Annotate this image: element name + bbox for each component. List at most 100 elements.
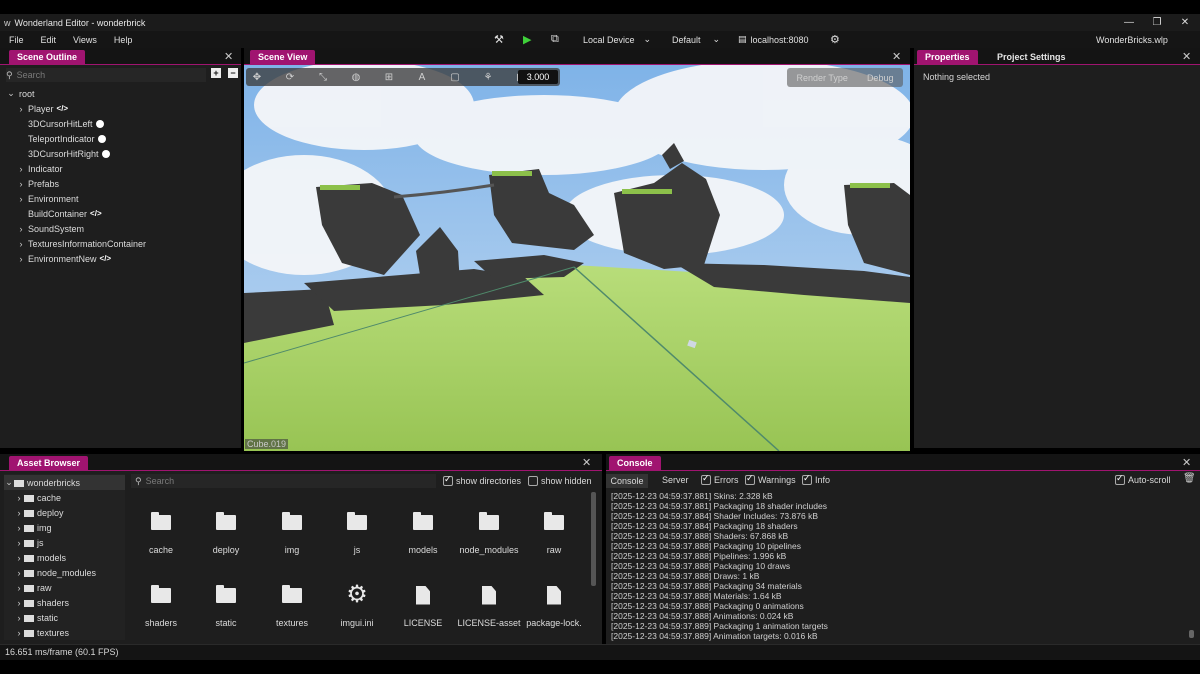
asset-item[interactable]: shaders — [128, 581, 194, 628]
device-select[interactable]: Local Device ⌄ — [583, 31, 651, 48]
add-object-icon[interactable]: + — [211, 68, 221, 78]
asset-item[interactable]: LICENSE — [390, 581, 456, 628]
tree-item-indicator[interactable]: › Indicator — [16, 161, 63, 176]
folder-icon — [216, 584, 236, 603]
profile-select[interactable]: Default ⌄ — [672, 31, 720, 48]
open-browser-icon[interactable]: ⧉ — [551, 31, 559, 48]
menu-views[interactable]: Views — [64, 35, 105, 45]
close-icon[interactable]: ✕ — [1182, 456, 1191, 469]
minimize-icon[interactable]: — — [1114, 14, 1144, 31]
tab-console[interactable]: Console — [609, 456, 661, 471]
chevron-down-icon: ⌄ — [712, 34, 721, 44]
scene-viewport[interactable]: Cube.019 — [244, 65, 910, 451]
tree-item-prefabs[interactable]: › Prefabs — [16, 176, 60, 191]
autoscroll-checkbox[interactable]: Auto-scroll — [1115, 473, 1171, 485]
text-tool-icon[interactable]: A — [411, 68, 433, 86]
warnings-filter-checkbox[interactable]: Warnings — [745, 473, 796, 485]
asset-item[interactable]: img — [259, 508, 325, 555]
asset-item[interactable]: ⚙ imgui.ini — [324, 581, 390, 629]
menu-edit[interactable]: Edit — [32, 35, 65, 45]
tree-item-teleportindicator[interactable]: TeleportIndicator — [28, 131, 106, 146]
server-address[interactable]: ▤ localhost:8080 — [738, 31, 809, 48]
grid-snap-icon[interactable]: ⊞ — [378, 68, 400, 86]
asset-item[interactable]: deploy — [193, 508, 259, 555]
asset-item[interactable]: package-lock. — [521, 581, 587, 628]
tree-item-player[interactable]: › Player </> — [16, 101, 69, 116]
close-window-icon[interactable]: ✕ — [1170, 14, 1200, 31]
tree-item-environment[interactable]: › Environment — [16, 191, 79, 206]
folder-icon — [282, 511, 302, 530]
tree-item-texturesinformationcontainer[interactable]: › TexturesInformationContainer — [16, 236, 147, 251]
asset-tree-item[interactable]: › node_modules — [14, 565, 97, 580]
asset-item[interactable]: models — [390, 508, 456, 555]
debug-button[interactable]: Debug — [867, 73, 894, 83]
errors-filter-checkbox[interactable]: Errors — [701, 473, 739, 485]
asset-item[interactable]: cache — [128, 508, 194, 555]
asset-tree-item[interactable]: › cache — [14, 490, 62, 505]
tree-label: 3DCursorHitRight — [28, 148, 99, 159]
asset-tree-item[interactable]: › js — [14, 535, 44, 550]
show-directories-checkbox[interactable]: show directories — [443, 474, 521, 486]
frame-tool-icon[interactable]: ▢ — [444, 68, 466, 86]
outline-search-input[interactable]: Search — [17, 70, 46, 80]
asset-tree-root[interactable]: ⌄ wonderbricks — [4, 475, 125, 490]
rotate-tool-icon[interactable]: ⟳ — [279, 68, 301, 86]
info-filter-checkbox[interactable]: Info — [802, 473, 830, 485]
play-icon[interactable]: ▶ — [523, 31, 531, 48]
tab-underline — [606, 470, 1200, 471]
build-hammer-icon[interactable]: ⚒ — [494, 31, 504, 48]
chevron-right-icon: › — [17, 492, 21, 503]
maximize-icon[interactable]: ❐ — [1142, 14, 1172, 31]
console-scrollbar[interactable] — [1189, 630, 1194, 638]
menu-file[interactable]: File — [0, 35, 32, 45]
asset-tree-item[interactable]: › shaders — [14, 595, 70, 610]
move-tool-icon[interactable]: ✥ — [246, 68, 268, 86]
tab-scene-view[interactable]: Scene View — [250, 50, 316, 65]
close-icon[interactable]: ✕ — [582, 456, 591, 469]
tree-item-buildcontainer[interactable]: BuildContainer </> — [28, 206, 102, 221]
asset-tree-item[interactable]: › models — [14, 550, 67, 565]
shapes-tool-icon[interactable]: ⚘ — [477, 68, 499, 86]
tree-item-environmentnew[interactable]: › EnvironmentNew </> — [16, 251, 112, 266]
asset-item[interactable]: textures — [259, 581, 325, 628]
tree-item-soundsystem[interactable]: › SoundSystem — [16, 221, 85, 236]
folder-icon — [151, 511, 171, 530]
chevron-right-icon: › — [17, 627, 21, 638]
tree-item-3dcursorhitright[interactable]: 3DCursorHitRight — [28, 146, 110, 161]
outline-search[interactable]: ⚲ Search — [6, 68, 206, 82]
asset-tree-item[interactable]: › static — [14, 610, 59, 625]
show-hidden-checkbox[interactable]: show hidden — [528, 476, 592, 486]
asset-tree-item[interactable]: › textures — [14, 625, 70, 640]
asset-item[interactable]: js — [324, 508, 390, 555]
asset-label: img — [284, 545, 300, 555]
close-icon[interactable]: ✕ — [1182, 50, 1191, 63]
global-space-icon[interactable]: ◍ — [345, 68, 367, 86]
asset-tree-item[interactable]: › deploy — [14, 505, 64, 520]
asset-tree-item[interactable]: › raw — [14, 580, 52, 595]
tab-project-settings[interactable]: Project Settings — [989, 50, 1074, 65]
clear-trash-icon[interactable]: 🗑 — [1183, 473, 1196, 484]
menu-help[interactable]: Help — [105, 35, 141, 45]
tree-item-root[interactable]: ⌄ root — [6, 86, 34, 101]
asset-scrollbar[interactable] — [591, 492, 596, 586]
remove-object-icon[interactable]: − — [228, 68, 238, 78]
render-type-button[interactable]: Render Type — [797, 73, 848, 83]
asset-tree-item[interactable]: › img — [14, 520, 52, 535]
subtab-console[interactable]: Console — [606, 474, 648, 488]
asset-search-input[interactable]: Search — [146, 476, 175, 486]
scale-tool-icon[interactable]: ⤡ — [312, 68, 334, 86]
close-icon[interactable]: ✕ — [892, 50, 901, 63]
tree-item-3dcursorhitleft[interactable]: 3DCursorHitLeft — [28, 116, 104, 131]
settings-gear-icon[interactable]: ⚙ — [830, 31, 840, 48]
asset-item[interactable]: LICENSE-asset — [456, 581, 522, 628]
tab-properties[interactable]: Properties — [917, 50, 978, 65]
tab-asset-browser[interactable]: Asset Browser — [9, 456, 89, 471]
camera-speed-field[interactable]: 3.000 — [518, 70, 558, 84]
close-icon[interactable]: ✕ — [224, 50, 233, 63]
tab-scene-outline[interactable]: Scene Outline — [9, 50, 86, 65]
asset-item[interactable]: static — [193, 581, 259, 628]
asset-item[interactable]: raw — [521, 508, 587, 555]
asset-item[interactable]: node_modules — [456, 508, 522, 555]
asset-search[interactable]: ⚲ Search — [131, 474, 436, 488]
subtab-server[interactable]: Server — [662, 475, 689, 485]
